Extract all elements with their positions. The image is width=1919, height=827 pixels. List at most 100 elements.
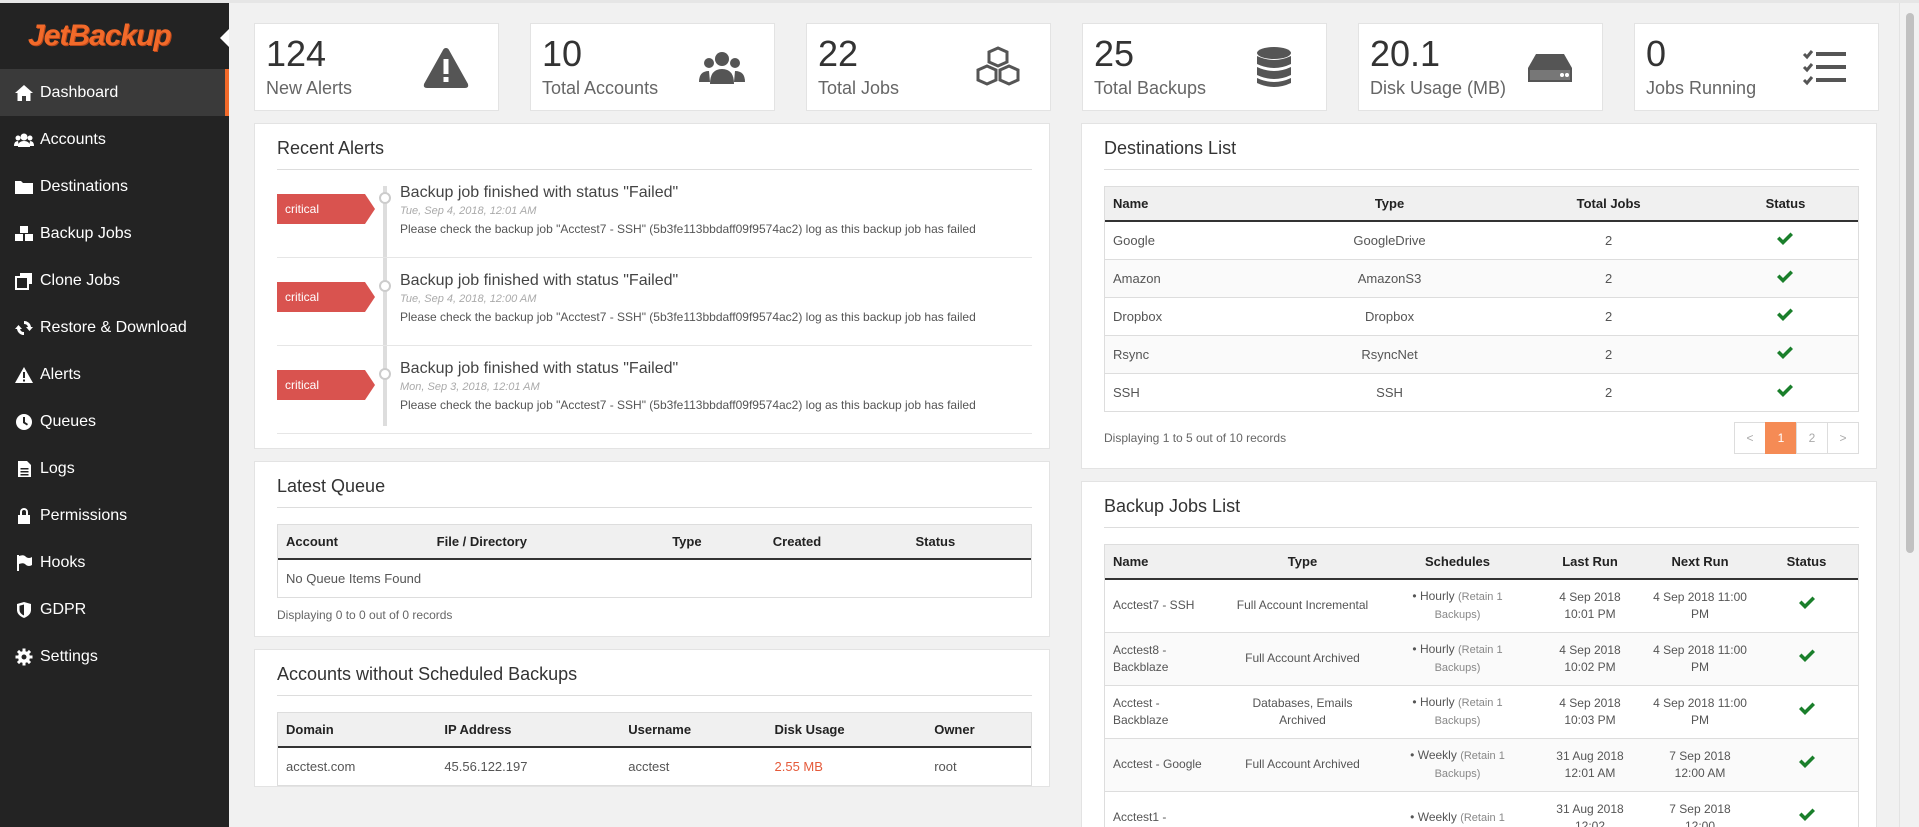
table-row[interactable]: SSH SSH 2: [1105, 372, 1858, 411]
database-icon: [1257, 47, 1291, 87]
check-icon: [1798, 808, 1815, 822]
cell-name: Acctest1 -: [1105, 790, 1225, 827]
sidebar-item-label: Queues: [40, 412, 97, 430]
cell-retain: (Retain 1: [1460, 811, 1505, 824]
brand-logo[interactable]: JetBackup: [0, 3, 229, 69]
sidebar-item-alerts[interactable]: Alerts: [0, 351, 229, 398]
column-header[interactable]: Created: [764, 525, 908, 560]
stat-card-total-accounts[interactable]: 10 Total Accounts: [530, 23, 775, 111]
column-header[interactable]: Type: [1225, 545, 1380, 580]
column-header[interactable]: Type: [1274, 187, 1505, 222]
table-row[interactable]: Acctest - Google Full Account Archived •…: [1105, 737, 1858, 791]
scrollbar-thumb[interactable]: [1906, 13, 1914, 553]
sidebar-item-dashboard[interactable]: Dashboard: [0, 69, 229, 116]
logo-text: JetBackup: [28, 19, 172, 52]
cell-type: Full Account Archived: [1225, 737, 1380, 791]
alert-item[interactable]: critical Backup job finished with status…: [277, 170, 1032, 258]
sidebar-item-label: Destinations: [40, 177, 129, 195]
column-header[interactable]: Account: [278, 525, 429, 560]
column-header[interactable]: Username: [620, 713, 767, 748]
table-row[interactable]: Rsync RsyncNet 2: [1105, 334, 1858, 373]
column-header[interactable]: Status: [907, 525, 1031, 560]
pagination: < 1 2 >: [1734, 422, 1859, 454]
table-row[interactable]: Amazon AmazonS3 2: [1105, 258, 1858, 297]
stat-card-disk-usage[interactable]: 20.1 Disk Usage (MB): [1358, 23, 1603, 111]
table-row[interactable]: Dropbox Dropbox 2: [1105, 296, 1858, 335]
stat-card-new-alerts[interactable]: 124 New Alerts: [254, 23, 499, 111]
sidebar-item-label: Permissions: [40, 506, 128, 524]
panel-columns: Recent Alerts critical Backup job finish…: [254, 123, 1899, 827]
column-header[interactable]: Status: [1755, 545, 1858, 580]
cell-name: Acctest - Google: [1105, 737, 1225, 791]
column-header[interactable]: IP Address: [436, 713, 621, 748]
shield-icon: [17, 601, 31, 618]
pager-prev-button[interactable]: <: [1734, 422, 1766, 454]
sidebar-item-accounts[interactable]: Accounts: [0, 116, 229, 163]
column-header[interactable]: Disk Usage: [766, 713, 927, 748]
sidebar-item-logs[interactable]: Logs: [0, 445, 229, 492]
alert-date: Tue, Sep 4, 2018, 12:00 AM: [400, 293, 537, 305]
stat-card-total-backups[interactable]: 25 Total Backups: [1082, 23, 1327, 111]
column-header[interactable]: Schedules: [1380, 545, 1535, 580]
destinations-table: Name Type Total Jobs Status Google Google…: [1105, 187, 1858, 411]
cubes-icon: [976, 46, 1020, 86]
pager-next-button[interactable]: >: [1827, 422, 1859, 454]
column-header[interactable]: Total Jobs: [1504, 187, 1713, 222]
cell-type: Dropbox: [1274, 296, 1505, 335]
column-header[interactable]: Next Run: [1645, 545, 1755, 580]
alert-item[interactable]: critical Backup job finished with status…: [277, 346, 1032, 434]
column-header[interactable]: Last Run: [1535, 545, 1645, 580]
file-icon: [18, 460, 31, 477]
sidebar-item-queues[interactable]: Queues: [0, 398, 229, 445]
column-header[interactable]: Name: [1105, 545, 1225, 580]
alert-title: Backup job finished with status "Failed": [400, 272, 679, 289]
sidebar-item-permissions[interactable]: Permissions: [0, 492, 229, 539]
sidebar: JetBackup Dashboard Accounts Destination…: [0, 3, 229, 827]
cell-ip: 45.56.122.197: [436, 746, 621, 785]
latest-queue-panel: Latest Queue Account File / Directory Ty…: [254, 461, 1050, 637]
stat-card-jobs-running[interactable]: 0 Jobs Running: [1634, 23, 1879, 111]
column-header[interactable]: File / Directory: [428, 525, 665, 560]
column-header[interactable]: Type: [664, 525, 765, 560]
table-row[interactable]: Google GoogleDrive 2: [1105, 220, 1858, 259]
cell-schedule: Weekly: [1417, 747, 1457, 762]
sidebar-item-restore-download[interactable]: Restore & Download: [0, 304, 229, 351]
sidebar-item-destinations[interactable]: Destinations: [0, 163, 229, 210]
stat-card-total-jobs[interactable]: 22 Total Jobs: [806, 23, 1051, 111]
cell-last-run: 4 Sep 2018 10:01 PM: [1535, 578, 1645, 632]
panel-title: Latest Queue: [277, 462, 1032, 508]
sidebar-item-clone-jobs[interactable]: Clone Jobs: [0, 257, 229, 304]
column-header[interactable]: Status: [1712, 187, 1858, 222]
sidebar-item-label: Hooks: [40, 553, 86, 571]
table-row[interactable]: Acctest1 - • Weekly (Retain 1 31 Aug 201…: [1105, 790, 1858, 827]
alert-message: Please check the backup job "Acctest7 - …: [400, 222, 976, 236]
table-row[interactable]: acctest.com 45.56.122.197 acctest 2.55 M…: [278, 746, 1031, 785]
cell-type: SSH: [1274, 372, 1505, 411]
main-content: 124 New Alerts 10 Total Accounts 22 Tota…: [229, 3, 1899, 827]
pager-page-1[interactable]: 1: [1765, 422, 1797, 454]
page-scrollbar[interactable]: [1899, 3, 1919, 827]
check-icon: [1777, 346, 1794, 359]
folder-icon: [15, 180, 33, 194]
column-header[interactable]: Domain: [278, 713, 437, 748]
gear-icon: [15, 648, 33, 665]
check-icon: [1798, 649, 1815, 662]
alert-item[interactable]: critical Backup job finished with status…: [277, 258, 1032, 346]
sidebar-item-backup-jobs[interactable]: Backup Jobs: [0, 210, 229, 257]
column-header[interactable]: Owner: [926, 713, 1031, 748]
table-row[interactable]: Acctest8 - Backblaze Full Account Archiv…: [1105, 631, 1858, 685]
sidebar-item-gdpr[interactable]: GDPR: [0, 586, 229, 633]
panel-title: Backup Jobs List: [1104, 482, 1859, 528]
column-header[interactable]: Name: [1105, 187, 1275, 222]
table-row[interactable]: Acctest - Backblaze Databases, Emails Ar…: [1105, 684, 1858, 738]
cell-type: AmazonS3: [1274, 258, 1505, 297]
cell-name: Acctest - Backblaze: [1105, 684, 1225, 738]
users-icon: [699, 52, 745, 84]
alert-date: Mon, Sep 3, 2018, 12:01 AM: [400, 381, 540, 393]
panel-title: Accounts without Scheduled Backups: [277, 650, 1032, 696]
sidebar-item-hooks[interactable]: Hooks: [0, 539, 229, 586]
sidebar-item-settings[interactable]: Settings: [0, 633, 229, 680]
pager-page-2[interactable]: 2: [1796, 422, 1828, 454]
table-row[interactable]: Acctest7 - SSH Full Account Incremental …: [1105, 578, 1858, 632]
users-icon: [14, 133, 34, 147]
